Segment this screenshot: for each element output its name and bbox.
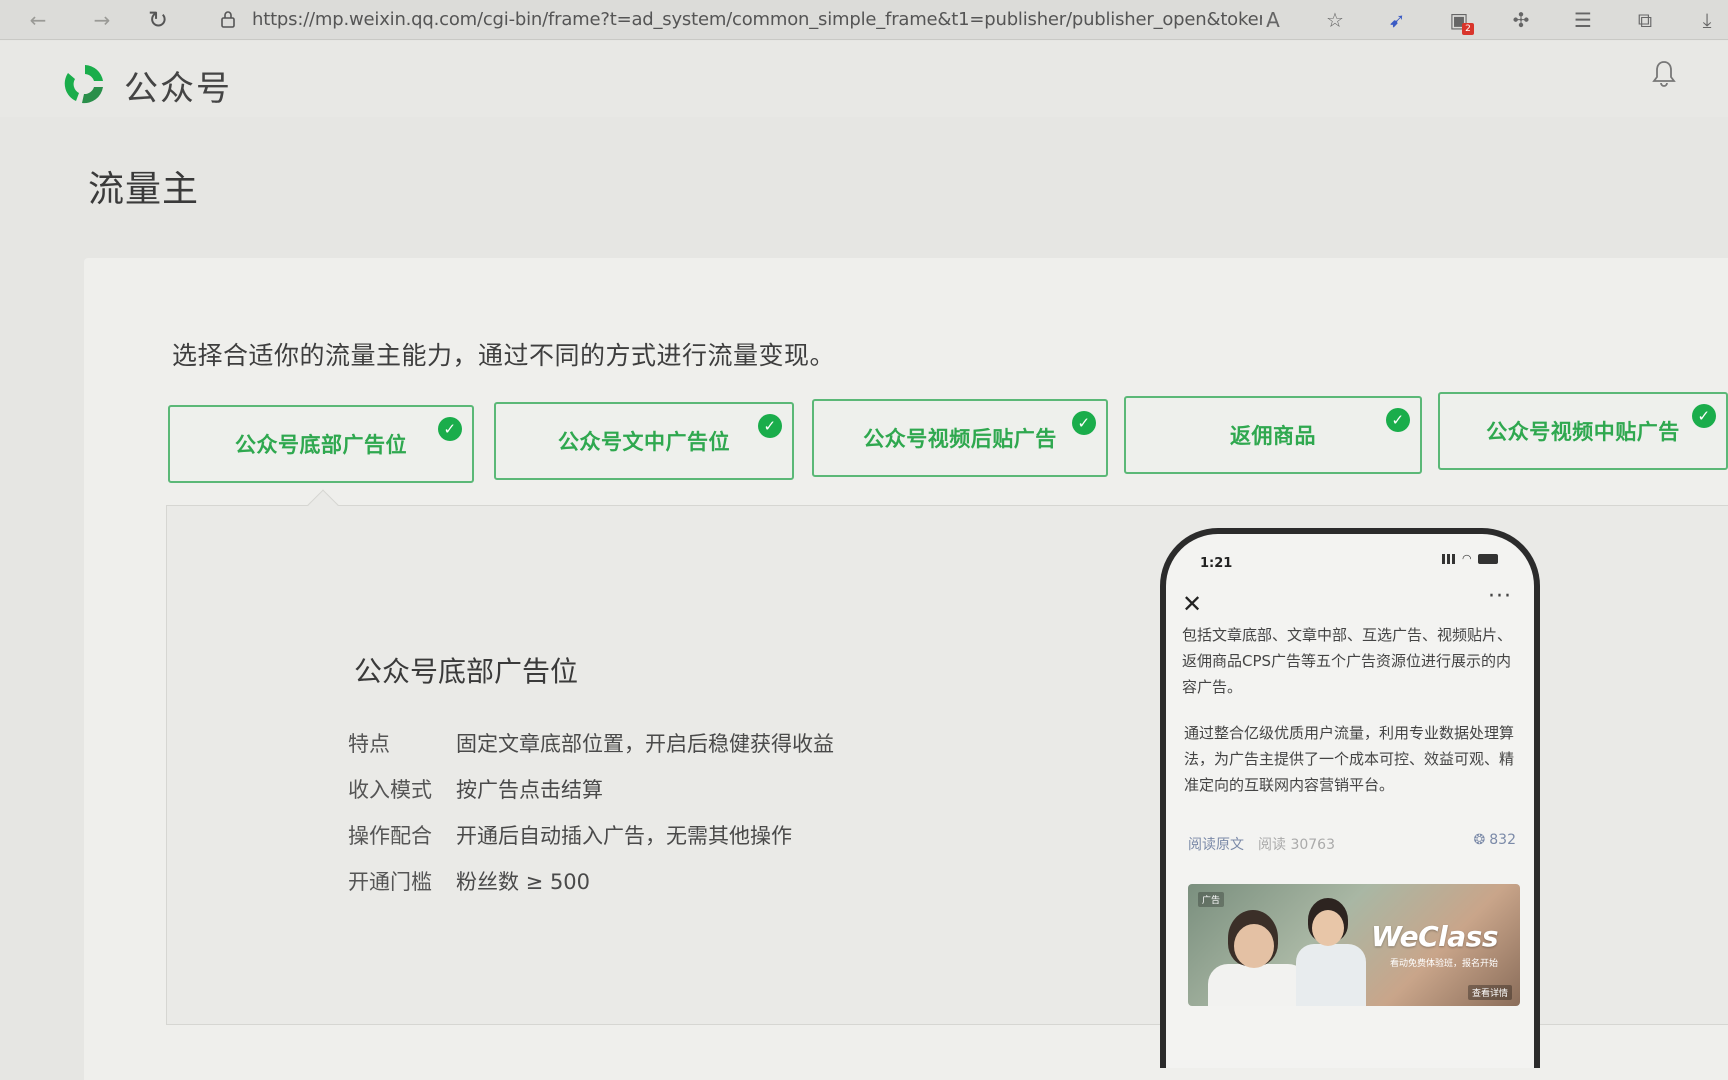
ad-brand: WeClass bbox=[1371, 920, 1498, 953]
feature-key: 收入模式 bbox=[348, 778, 432, 802]
tab-label: 公众号视频后贴广告 bbox=[863, 427, 1057, 451]
signal-icon bbox=[1442, 554, 1458, 564]
feature-value: 粉丝数 ≥ 500 bbox=[456, 870, 591, 894]
detail-title: 公众号底部广告位 bbox=[354, 655, 579, 688]
feature-key: 开通门槛 bbox=[348, 870, 432, 894]
lock-icon[interactable] bbox=[218, 9, 238, 29]
feature-key: 操作配合 bbox=[348, 824, 432, 848]
phone-paragraph: 通过整合亿级优质用户流量，利用专业数据处理算法，为广告主提供了一个成本可控、效益… bbox=[1184, 724, 1515, 794]
check-icon: ✓ bbox=[438, 417, 462, 441]
more-icon: ··· bbox=[1488, 584, 1512, 609]
close-icon: ✕ bbox=[1182, 590, 1203, 618]
child-figure bbox=[1234, 924, 1274, 968]
check-icon: ✓ bbox=[758, 414, 782, 438]
like-count: ❂ 832 bbox=[1474, 832, 1516, 848]
like-number: 832 bbox=[1489, 832, 1516, 848]
tab-label: 公众号文中广告位 bbox=[558, 430, 730, 454]
child-figure bbox=[1208, 964, 1308, 1006]
url-text[interactable]: https://mp.weixin.qq.com/cgi-bin/frame?t… bbox=[252, 9, 1262, 30]
tab-label: 返佣商品 bbox=[1230, 424, 1316, 448]
tab-video-mid-ad[interactable]: 公众号视频中贴广告 ✓ bbox=[1438, 392, 1728, 470]
check-icon: ✓ bbox=[1386, 408, 1410, 432]
battery-icon bbox=[1478, 554, 1498, 564]
extension-bird-icon[interactable]: ➹ bbox=[1382, 5, 1412, 35]
bell-icon[interactable] bbox=[1652, 59, 1680, 89]
phone-time: 1:21 bbox=[1200, 556, 1233, 571]
phone-status-bar: ◠ bbox=[1442, 552, 1498, 565]
feature-value: 固定文章底部位置，开启后稳健获得收益 bbox=[456, 732, 834, 756]
tab-mid-article-ad[interactable]: 公众号文中广告位 ✓ bbox=[494, 402, 794, 480]
intro-text: 选择合适你的流量主能力，通过不同的方式进行流量变现。 bbox=[172, 341, 836, 370]
brand-name[interactable]: 公众号 bbox=[124, 61, 232, 110]
feature-key: 特点 bbox=[348, 732, 390, 756]
ad-type-tabs: 公众号底部广告位 ✓ 公众号文中广告位 ✓ 公众号视频后贴广告 ✓ 返佣商品 ✓… bbox=[168, 388, 1728, 484]
collections-icon[interactable]: ⧉ bbox=[1630, 5, 1660, 35]
feature-row: 开通门槛 粉丝数 ≥ 500 bbox=[348, 866, 590, 896]
favorites-icon[interactable]: ☰ bbox=[1568, 5, 1598, 35]
tab-bottom-ad[interactable]: 公众号底部广告位 ✓ bbox=[168, 405, 474, 483]
tab-label: 公众号视频中贴广告 bbox=[1486, 420, 1680, 444]
back-icon[interactable]: ← bbox=[20, 2, 56, 38]
browser-toolbar-icons: A ☆ ➹ ▣ 2 ✣ ☰ ⧉ ⤓ bbox=[1258, 0, 1728, 40]
app-header: 公众号 bbox=[0, 41, 1728, 117]
badge-count: 2 bbox=[1462, 23, 1474, 35]
extension-badge-icon[interactable]: ▣ 2 bbox=[1444, 5, 1474, 35]
read-original-link: 阅读原文 bbox=[1188, 837, 1244, 853]
tab-commission-goods[interactable]: 返佣商品 ✓ bbox=[1124, 396, 1422, 474]
page-title: 流量主 bbox=[88, 169, 200, 210]
ad-cta: 查看详情 bbox=[1467, 985, 1512, 1000]
extensions-icon[interactable]: ✣ bbox=[1506, 5, 1536, 35]
feature-row: 收入模式 按广告点击结算 bbox=[348, 774, 603, 804]
read-aloud-icon[interactable]: A bbox=[1258, 5, 1288, 35]
tab-label: 公众号底部广告位 bbox=[235, 433, 407, 457]
tab-video-post-ad[interactable]: 公众号视频后贴广告 ✓ bbox=[812, 399, 1108, 477]
feature-row: 特点 固定文章底部位置，开启后稳健获得收益 bbox=[348, 728, 834, 758]
refresh-icon[interactable]: ↻ bbox=[140, 2, 176, 38]
check-icon: ✓ bbox=[1072, 411, 1096, 435]
like-icon: ❂ bbox=[1473, 832, 1486, 848]
wechat-official-logo-icon[interactable] bbox=[60, 59, 110, 109]
browser-toolbar: ← → ↻ https://mp.weixin.qq.com/cgi-bin/f… bbox=[0, 0, 1728, 40]
wifi-icon: ◠ bbox=[1462, 552, 1472, 565]
read-count: 阅读 30763 bbox=[1258, 837, 1335, 853]
feature-value: 按广告点击结算 bbox=[456, 778, 603, 802]
download-icon[interactable]: ⤓ bbox=[1692, 5, 1722, 35]
child-figure bbox=[1296, 944, 1366, 1006]
child-figure bbox=[1312, 910, 1344, 946]
ad-tag: 广告 bbox=[1198, 892, 1225, 907]
ad-banner-image: 广告 WeClass 看动免费体验班，报名开始 查看详情 bbox=[1188, 884, 1520, 1006]
favorite-add-icon[interactable]: ☆ bbox=[1320, 5, 1350, 35]
phone-paragraph: 包括文章底部、文章中部、互选广告、视频贴片、返佣商品CPS广告等五个广告资源位进… bbox=[1182, 626, 1513, 696]
phone-preview: 1:21 ◠ ✕ ··· 包括文章底部、文章中部、互选广告、视频贴片、返佣商品C… bbox=[1160, 528, 1540, 1068]
feature-value: 开通后自动插入广告，无需其他操作 bbox=[456, 824, 792, 848]
address-bar[interactable]: https://mp.weixin.qq.com/cgi-bin/frame?t… bbox=[218, 4, 1268, 34]
forward-icon[interactable]: → bbox=[84, 2, 120, 38]
check-icon: ✓ bbox=[1692, 404, 1716, 428]
article-meta: 阅读原文 阅读 30763 bbox=[1188, 834, 1335, 854]
ad-subtitle: 看动免费体验班，报名开始 bbox=[1389, 959, 1498, 969]
feature-row: 操作配合 开通后自动插入广告，无需其他操作 bbox=[348, 820, 792, 850]
